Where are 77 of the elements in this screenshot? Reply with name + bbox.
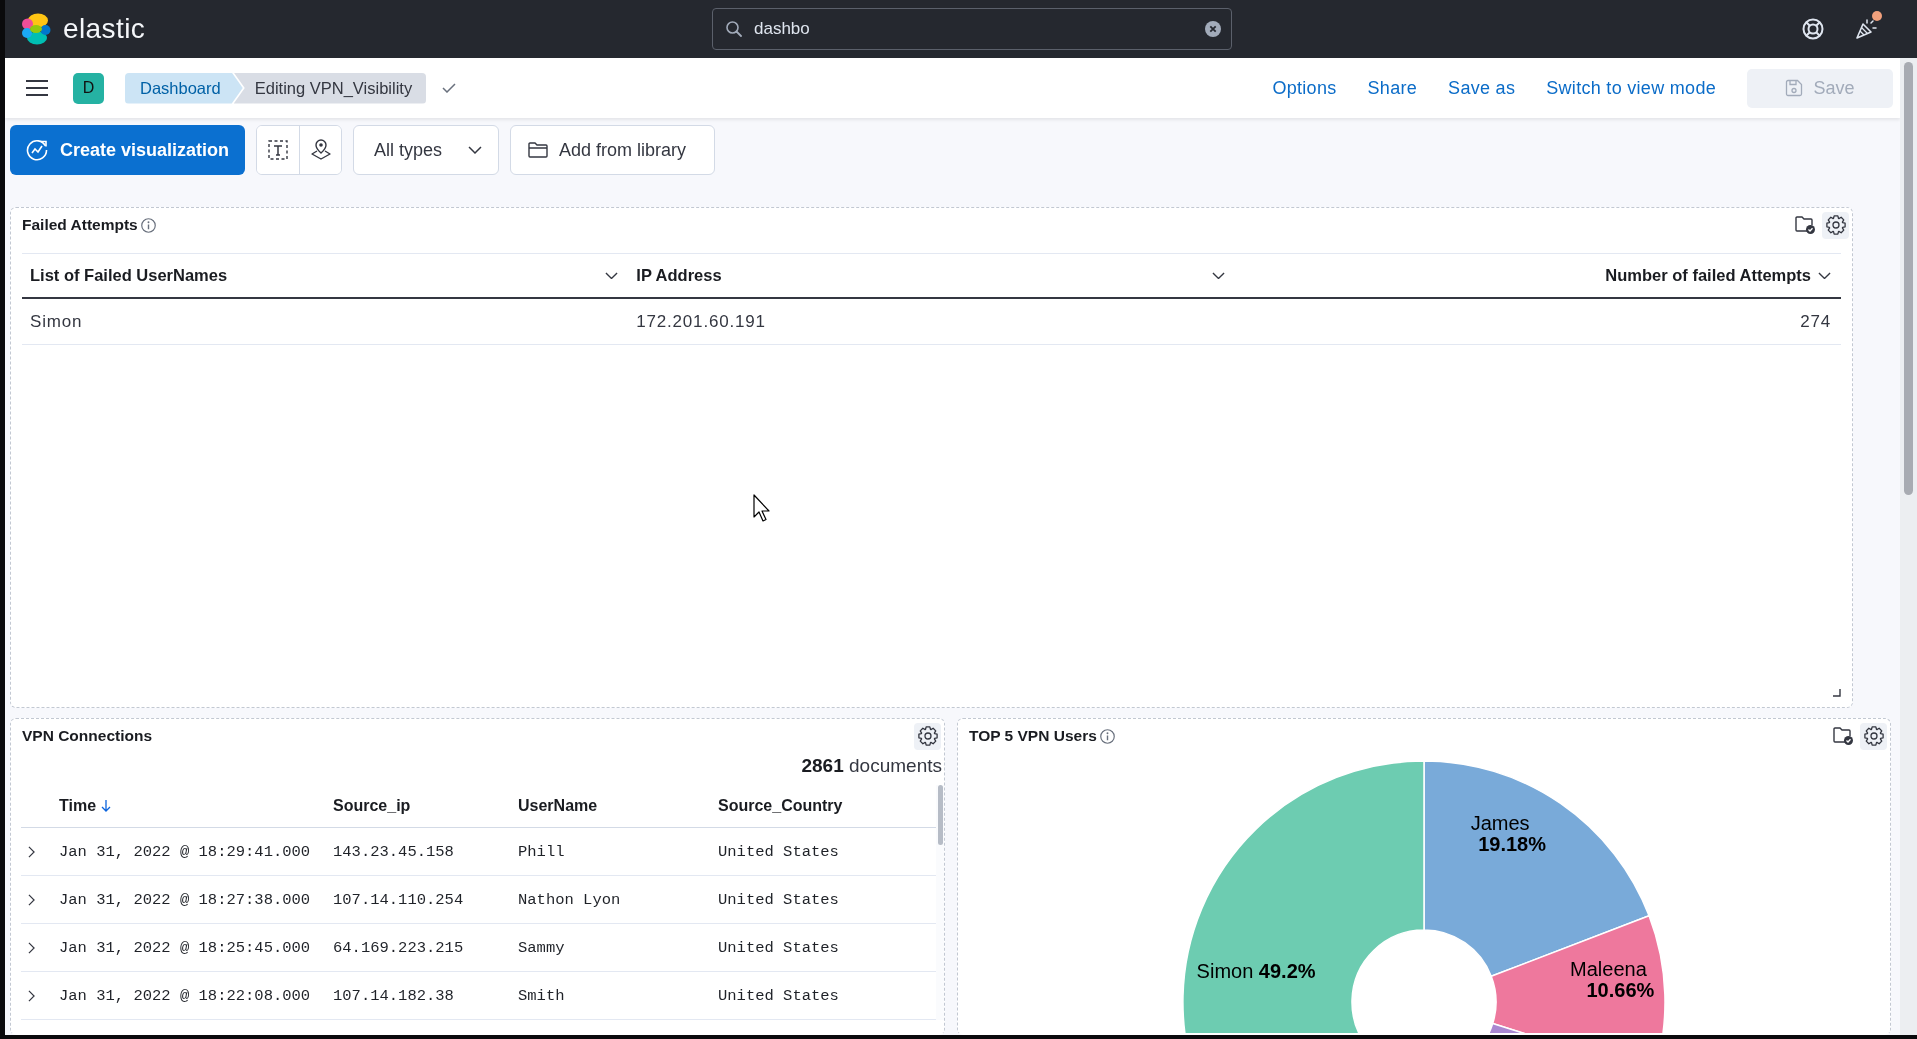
column-header[interactable]: IP Address [628,254,1235,297]
table-cell-text: Jan 31, 2022 @ 18:22:08.000 [58,985,312,1007]
chevron-right-icon[interactable] [28,845,35,858]
table-cell-text: 107.14.182.38 [332,985,455,1007]
slice-label: Simon 49.2% [1196,959,1316,982]
create-visualization-button[interactable]: Create visualization [10,125,245,175]
settings-button[interactable] [1860,722,1887,750]
logo-text: elastic [63,13,146,45]
header-link[interactable]: Save as [1448,71,1516,105]
logo-icon [21,13,51,45]
header-link[interactable]: Switch to view mode [1546,71,1716,105]
settings-button[interactable] [1822,211,1849,239]
table-cell-text: Jan 31, 2022 @ 18:27:38.000 [58,889,312,911]
chevron-right-icon[interactable] [28,941,35,954]
table-cell-text: United States [717,985,840,1007]
map-tool-button[interactable] [299,126,341,174]
table-cell-text: Nathon Lyon [517,889,622,911]
arrow-down-icon [101,800,112,812]
table-cell-text: 107.14.110.254 [332,889,465,911]
slice-label: Maleena 10.66% [1570,957,1655,1001]
table-cell-text: Jan 31, 2022 @ 18:25:45.000 [58,937,312,959]
table-cell-text: United States [717,937,840,959]
party-popper-icon[interactable] [1855,18,1877,40]
column-header[interactable]: List of Failed UserNames [22,254,629,297]
check-icon[interactable] [442,83,457,93]
menu-icon[interactable] [26,80,48,96]
clear-icon[interactable] [1205,21,1221,37]
table-cell-text: 172.201.60.191 [635,310,767,333]
panel-title: Failed Attempts [22,216,138,234]
header-link[interactable]: Options [1272,71,1337,105]
table-cell-text: 274 [1799,310,1832,333]
panel-title: TOP 5 VPN Users [969,727,1097,745]
table-cell-text: 64.169.223.215 [332,937,465,959]
chevron-right-icon[interactable] [28,989,35,1002]
table-cell-text: United States [717,889,840,911]
document-count: 2861 documents [800,754,943,778]
table-cell-text: Sammy [517,937,566,959]
save-icon [1785,79,1804,97]
breadcrumb[interactable]: Dashboard [125,72,243,104]
map-pin-icon [310,139,331,161]
chevron-down-icon [1211,271,1225,280]
settings-icon [917,726,938,746]
settings-icon [1825,215,1846,235]
column-header[interactable]: Source_Country [710,785,936,827]
table-cell-text: Simon [29,310,84,333]
add-from-library-button[interactable]: Add from library [510,125,715,175]
scrollbar-thumb[interactable] [937,785,943,845]
breadcrumb: Editing VPN_Visibility [233,72,427,104]
table-cell-text: 143.23.45.158 [332,841,455,863]
type-filter-dropdown[interactable]: All types [353,125,499,175]
column-header[interactable]: UserName [510,785,710,827]
scrollbar-thumb[interactable] [1904,62,1913,495]
search-field[interactable]: dashbo [712,8,1232,50]
chevron-down-icon [605,271,619,280]
mouse-pointer-icon [753,494,771,522]
chart-icon [25,139,48,161]
space-avatar[interactable]: D [73,72,104,104]
column-header[interactable]: Source_ip [325,785,510,827]
chevron-down-icon [468,146,482,154]
table-cell-text: United States [717,841,840,863]
slice-label: James 19.18% [1470,812,1546,856]
folder-icon [528,142,548,158]
table-cell-text: Jan 31, 2022 @ 18:29:41.000 [58,841,312,863]
header-link[interactable]: Share [1367,71,1418,105]
settings-icon [1863,726,1884,746]
table-cell-text: Phill [517,841,566,863]
chevron-down-icon [1818,271,1831,280]
settings-button[interactable] [914,722,941,750]
table-cell-text: Smith [517,985,566,1007]
lifebuoy-icon[interactable] [1802,18,1824,40]
resize-handle-icon[interactable] [1833,689,1841,697]
text-icon [268,140,288,160]
column-header[interactable]: Number of failed Attempts [1234,254,1841,297]
column-header[interactable]: Time [51,785,325,827]
chevron-right-icon[interactable] [28,893,35,906]
panel-title: VPN Connections [22,727,153,745]
search-icon [726,21,742,37]
